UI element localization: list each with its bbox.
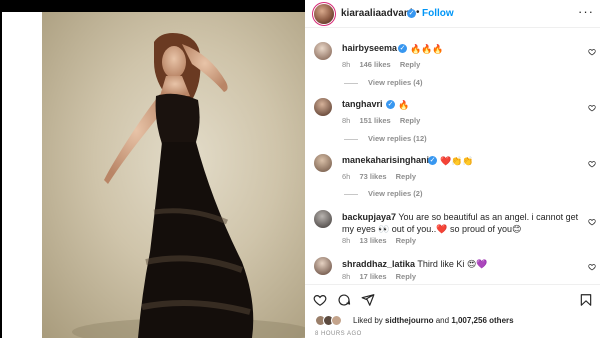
comment-likes[interactable]: 146 likes bbox=[359, 60, 390, 69]
commenter-avatar[interactable] bbox=[314, 210, 332, 228]
heart-icon[interactable] bbox=[313, 293, 327, 307]
post-image[interactable] bbox=[42, 12, 305, 338]
comment-like-heart-icon[interactable] bbox=[588, 160, 596, 168]
comment-text: 🔥🔥🔥 bbox=[410, 44, 444, 54]
reply-button[interactable]: Reply bbox=[400, 60, 420, 69]
comment-likes[interactable]: 73 likes bbox=[359, 172, 386, 181]
reply-button[interactable]: Reply bbox=[396, 172, 416, 181]
verified-badge-icon: ✓ bbox=[428, 156, 437, 165]
comment-meta: 8h 13 likes Reply bbox=[342, 236, 423, 245]
comment-username[interactable]: manekaharisinghani bbox=[342, 155, 429, 165]
liked-by-and: and bbox=[435, 316, 450, 325]
author-username[interactable]: kiaraaliaadvani bbox=[341, 8, 413, 19]
comment-likes[interactable]: 17 likes bbox=[359, 272, 386, 281]
author-avatar[interactable] bbox=[314, 4, 334, 24]
view-replies-label: View replies (12) bbox=[368, 134, 427, 143]
post-image-figure bbox=[72, 33, 305, 338]
likes-summary: Liked by sidthejourno and 1,007,256 othe… bbox=[315, 313, 600, 327]
verified-badge-icon: ✓ bbox=[386, 100, 395, 109]
separator-dot: • bbox=[416, 7, 420, 18]
comment-username[interactable]: backupjaya7 bbox=[342, 212, 396, 222]
comment-text: 🔥 bbox=[398, 100, 410, 110]
reply-button[interactable]: Reply bbox=[396, 236, 416, 245]
comment-username[interactable]: hairbyseema bbox=[342, 43, 397, 53]
verified-badge-icon: ✓ bbox=[398, 44, 407, 53]
reply-button[interactable]: Reply bbox=[396, 272, 416, 281]
replies-divider bbox=[344, 193, 358, 195]
comment-meta: 8h 146 likes Reply bbox=[342, 60, 427, 69]
comment-time: 6h bbox=[342, 172, 351, 181]
replies-divider bbox=[344, 82, 358, 84]
liker-avatar[interactable] bbox=[331, 315, 342, 326]
liked-by-user[interactable]: sidthejourno bbox=[385, 316, 433, 325]
more-options-icon[interactable]: ··· bbox=[578, 4, 594, 19]
comment-meta: 8h 151 likes Reply bbox=[342, 116, 427, 125]
comment-like-heart-icon[interactable] bbox=[588, 104, 596, 112]
commenter-avatar[interactable] bbox=[314, 98, 332, 116]
share-icon[interactable] bbox=[361, 293, 375, 307]
comment-likes[interactable]: 151 likes bbox=[359, 116, 390, 125]
view-replies-label: View replies (4) bbox=[368, 78, 423, 87]
view-replies-link[interactable]: View replies (2) bbox=[344, 189, 422, 198]
comment-likes[interactable]: 13 likes bbox=[359, 236, 386, 245]
comment-body: backupjaya7 You are so beautiful as an a… bbox=[342, 211, 582, 235]
comment-like-heart-icon[interactable] bbox=[588, 48, 596, 56]
comment-body: shraddhaz_latika Third like Ki 😍💜 bbox=[342, 258, 582, 270]
follow-button[interactable]: Follow bbox=[422, 8, 454, 19]
view-replies-link[interactable]: View replies (4) bbox=[344, 78, 422, 87]
replies-divider bbox=[344, 138, 358, 140]
comment-username[interactable]: tanghavri bbox=[342, 99, 383, 109]
bookmark-icon[interactable] bbox=[579, 293, 593, 307]
post-header: kiaraaliaadvani ✓ • Follow ··· bbox=[305, 0, 600, 28]
commenter-avatar[interactable] bbox=[314, 42, 332, 60]
commenter-avatar[interactable] bbox=[314, 154, 332, 172]
comment-like-heart-icon[interactable] bbox=[588, 218, 596, 226]
comment-time: 8h bbox=[342, 236, 351, 245]
post-side-panel: kiaraaliaadvani ✓ • Follow ··· hairbysee… bbox=[305, 0, 600, 338]
likes-text: Liked by sidthejourno and 1,007,256 othe… bbox=[353, 316, 514, 325]
comment-time: 8h bbox=[342, 60, 351, 69]
reply-button[interactable]: Reply bbox=[400, 116, 420, 125]
view-replies-label: View replies (2) bbox=[368, 189, 423, 198]
view-replies-link[interactable]: View replies (12) bbox=[344, 134, 427, 143]
comment-like-heart-icon[interactable] bbox=[588, 263, 596, 271]
comment-time: 8h bbox=[342, 272, 351, 281]
left-border bbox=[0, 12, 2, 338]
top-black-bar bbox=[0, 0, 305, 12]
comment-text: ❤️👏👏 bbox=[440, 156, 474, 166]
comment-meta: 8h 17 likes Reply bbox=[342, 272, 423, 281]
verified-badge-icon: ✓ bbox=[407, 9, 416, 18]
comment-meta: 6h 73 likes Reply bbox=[342, 172, 423, 181]
comment-username[interactable]: shraddhaz_latika bbox=[342, 259, 415, 269]
comment-time: 8h bbox=[342, 116, 351, 125]
post-timestamp[interactable]: 8 HOURS AGO bbox=[315, 331, 362, 337]
liked-by-prefix: Liked by bbox=[353, 316, 383, 325]
comment-text: Third like Ki 😍💜 bbox=[417, 259, 488, 269]
post-actions-bar bbox=[305, 284, 600, 312]
liked-by-count[interactable]: 1,007,256 others bbox=[451, 316, 513, 325]
comment-icon[interactable] bbox=[337, 293, 351, 307]
commenter-avatar[interactable] bbox=[314, 257, 332, 275]
